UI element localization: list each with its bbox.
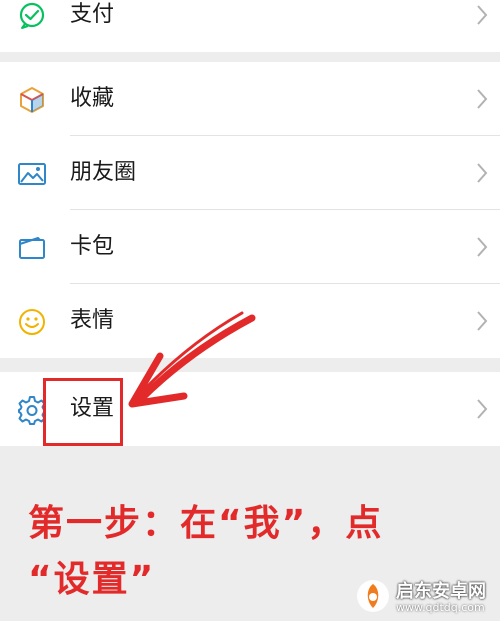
menu-item-label: 支付 [70,2,115,27]
emoji-smile-icon [19,309,45,335]
card-wallet-icon [19,237,45,259]
menu-item-moments[interactable]: 朋友圈 [0,136,500,210]
chevron-right-icon [477,5,488,25]
menu-item-label: 朋友圈 [70,160,137,185]
menu-item-label: 卡包 [70,234,115,259]
caption-line-1: 第一步：在“我”，点 [28,503,384,544]
annotation-highlight-box [43,378,123,446]
menu-item-favorites[interactable]: 收藏 [0,62,500,136]
site-watermark: 启东安卓网 www.qdtdq.com [356,575,496,619]
menu-item-stickers[interactable]: 表情 [0,284,500,358]
chevron-right-icon [477,311,488,331]
menu-item-label: 表情 [70,308,115,333]
chevron-right-icon [477,237,488,257]
services-group: 收藏 朋友圈 卡包 表情 [0,62,500,358]
wechat-pay-icon [19,2,45,29]
chevron-right-icon [477,163,488,183]
watermark-logo-icon [357,580,389,612]
menu-item-label: 收藏 [70,86,115,111]
chevron-right-icon [477,399,488,419]
pay-group: 支付 [0,0,500,52]
menu-item-pay[interactable]: 支付 [0,0,500,52]
moments-image-icon [18,163,46,185]
me-page: 支付 收藏 朋友圈 卡包 表情 设置 第一步：在“我”，点 “设置” 启东安卓网… [0,0,500,621]
menu-item-cards[interactable]: 卡包 [0,210,500,284]
watermark-url: www.qdtdq.com [396,601,485,614]
favorites-cube-icon [20,87,44,113]
watermark-name: 启东安卓网 [396,581,486,602]
chevron-right-icon [477,89,488,109]
